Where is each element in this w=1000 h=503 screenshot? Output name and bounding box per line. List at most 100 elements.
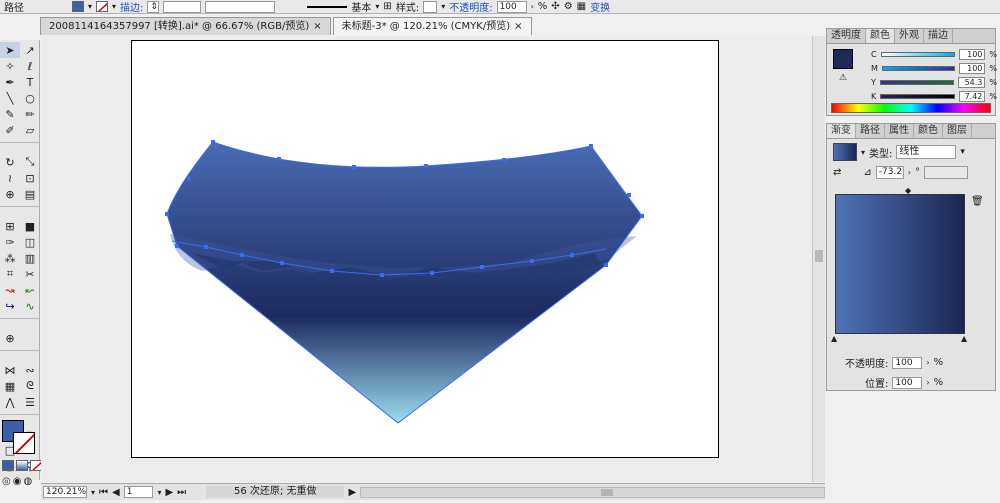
last-page-icon[interactable]: ⏭ (177, 487, 186, 498)
vertical-scrollbar[interactable] (812, 36, 825, 482)
pencil-tool-icon[interactable]: ✏ (20, 106, 40, 122)
paintbrush-tool-icon[interactable]: ✎ (0, 106, 20, 122)
yellow-value[interactable]: 54.3 (958, 76, 986, 88)
shield-shape[interactable] (167, 142, 642, 423)
yellow-slider[interactable] (879, 79, 955, 85)
selection-tool-icon[interactable]: ➤ (0, 42, 20, 58)
tab-document-1[interactable]: 2008114164357997 [转换].ai* @ 66.67% (RGB/… (40, 17, 331, 35)
transform-link[interactable]: 变换 (590, 0, 610, 14)
graph-tool-icon[interactable]: ▦ (0, 378, 20, 394)
color-mode-icon[interactable] (2, 460, 14, 471)
opacity-field[interactable]: 100 (496, 0, 527, 13)
crosshair-icon[interactable]: ⊕ (0, 330, 20, 346)
color-stop-right[interactable]: ▲ (961, 334, 967, 343)
stroke-stepper[interactable]: ⇕ (147, 0, 160, 13)
chevron-down-icon[interactable]: ▾ (960, 147, 965, 157)
chevron-down-icon[interactable]: ▾ (91, 488, 95, 497)
lasso-tool-icon[interactable]: ℓ (20, 58, 40, 74)
chevron-down-icon[interactable]: ▾ (441, 2, 445, 11)
opacity-label[interactable]: 不透明度: (449, 0, 492, 14)
cyan-value[interactable]: 100 (958, 48, 986, 60)
cyan-slider[interactable] (880, 51, 955, 57)
prev-page-icon[interactable]: ◀ (112, 487, 120, 498)
stroke-weight-field[interactable] (163, 0, 202, 13)
tab-appearance[interactable]: 外观 (895, 29, 924, 43)
reverse-gradient-icon[interactable]: ⇄ (833, 167, 841, 178)
tab-pathfinder[interactable]: 路径 (856, 124, 885, 138)
aspect-ratio-field[interactable] (923, 165, 968, 179)
magic-wand-tool-icon[interactable]: ✧ (0, 58, 20, 74)
blend-tool-icon[interactable]: ◫ (20, 234, 40, 250)
stroke-swatch[interactable] (96, 1, 109, 12)
curve-blue-icon[interactable]: ↪ (0, 298, 20, 314)
type-tool-icon[interactable]: T (20, 74, 40, 90)
chevron-down-icon[interactable]: ▾ (88, 2, 92, 11)
warp-tool-icon[interactable]: ≀ (0, 170, 20, 186)
tab-stroke[interactable]: 描边 (924, 29, 953, 43)
line-tool-icon[interactable]: ╲ (0, 90, 20, 106)
variable-width-select[interactable] (205, 0, 276, 13)
curve-red-icon[interactable]: ↝ (0, 282, 20, 298)
trash-icon[interactable]: 🗑 (971, 196, 984, 207)
eraser-tool-icon[interactable]: ▱ (20, 122, 40, 138)
draw-inside-icon[interactable]: ◍ (23, 476, 32, 487)
black-slider[interactable] (880, 93, 955, 99)
chevron-right-icon[interactable]: › (926, 358, 929, 367)
column-graph-tool-icon[interactable]: ▥ (20, 250, 40, 266)
close-icon[interactable]: × (313, 18, 321, 35)
curve-green-icon[interactable]: ↜ (20, 282, 40, 298)
wave-tool-icon[interactable]: ∾ (20, 362, 40, 378)
shape-builder-tool-icon[interactable]: ⊕ (0, 186, 20, 202)
angle-icon[interactable]: ⊿ (863, 167, 871, 178)
pen-tool-icon[interactable]: ✒ (0, 74, 20, 90)
tab-color[interactable]: 颜色 (866, 29, 895, 43)
stop-opacity-field[interactable]: 100 (892, 356, 923, 369)
tab-transparency[interactable]: 透明度 (827, 29, 866, 43)
list-tool-icon[interactable]: ☰ (20, 394, 40, 410)
chevron-down-icon[interactable]: ▾ (112, 2, 116, 11)
eyedropper-tool-icon[interactable]: ✑ (0, 234, 20, 250)
chevron-down-icon[interactable]: ▾ (861, 148, 865, 157)
gear-icon[interactable]: ⚙ (564, 1, 573, 12)
gradient-tool-icon[interactable]: ■ (20, 218, 40, 234)
status-menu-icon[interactable]: ▶ (348, 487, 356, 498)
recolor-icon[interactable]: ✣ (551, 1, 559, 12)
first-page-icon[interactable]: ⏮ (99, 487, 108, 498)
zigzag-tool-icon[interactable]: ⋀ (0, 394, 20, 410)
chevron-down-icon[interactable]: ▾ (375, 2, 379, 11)
color-stop-left[interactable]: ▲ (831, 334, 837, 343)
black-value[interactable]: 7.42 (958, 90, 986, 102)
rotate-tool-icon[interactable]: ↻ (0, 154, 20, 170)
wave-green-icon[interactable]: ∿ (20, 298, 40, 314)
type-select[interactable]: 线性 (896, 145, 957, 159)
canvas-area[interactable] (41, 36, 825, 482)
stroke-label[interactable]: 描边: (120, 0, 143, 14)
style-swatch[interactable] (423, 0, 438, 13)
blob-brush-tool-icon[interactable]: ✐ (0, 122, 20, 138)
artboard-tool-icon[interactable]: ⌗ (0, 266, 20, 282)
draw-behind-icon[interactable]: ◉ (13, 476, 22, 487)
ellipse-tool-icon[interactable]: ○ (20, 90, 40, 106)
chevron-down-icon[interactable]: ▾ (157, 488, 161, 497)
brush-label[interactable]: 基本 (351, 0, 371, 14)
gradient-preview-bar[interactable] (835, 194, 965, 334)
magenta-slider[interactable] (881, 65, 955, 71)
stroke-color-box[interactable] (13, 432, 35, 454)
free-transform-tool-icon[interactable]: ⊡ (20, 170, 40, 186)
tab-color[interactable]: 颜色 (914, 124, 943, 138)
gradient-mode-icon[interactable] (16, 460, 28, 471)
tab-document-2[interactable]: 未标题-3* @ 120.21% (CMYK/预览) × (332, 17, 532, 35)
direct-selection-tool-icon[interactable]: ↗ (20, 42, 40, 58)
fill-swatch[interactable] (72, 1, 84, 12)
color-spectrum-bar[interactable] (831, 103, 991, 113)
chevron-right-icon[interactable]: › (908, 168, 911, 177)
twirl-tool-icon[interactable]: ᘓ (20, 378, 40, 394)
zoom-field[interactable]: 120.21% (43, 486, 87, 498)
magenta-value[interactable]: 100 (958, 62, 986, 74)
warp-tool-alt-icon[interactable]: ⋈ (0, 362, 20, 378)
stop-location-field[interactable]: 100 (892, 376, 923, 389)
page-field[interactable]: 1 (123, 486, 154, 498)
artwork-svg[interactable] (132, 41, 720, 459)
tab-gradient[interactable]: 渐变 (827, 124, 856, 138)
tab-attributes[interactable]: 属性 (885, 124, 914, 138)
